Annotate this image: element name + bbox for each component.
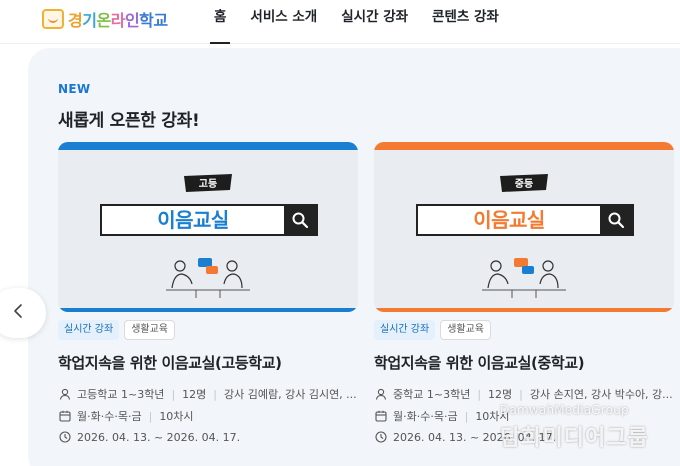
person-icon: [58, 387, 72, 401]
search-icon: [600, 206, 632, 234]
course-thumbnail[interactable]: 중등 이음교실: [374, 142, 674, 312]
thumbnail-top-bar: [58, 142, 358, 150]
course-sessions: 10차시: [159, 410, 194, 423]
course-thumbnail[interactable]: 고등 이음교실: [58, 142, 358, 312]
course-capacity: 12명: [182, 388, 207, 401]
course-capacity: 12명: [488, 388, 513, 401]
calendar-icon: [58, 409, 72, 423]
new-label: NEW: [58, 82, 91, 96]
level-flag: 중등: [498, 174, 550, 192]
conversation-illustration: [482, 254, 566, 304]
main-nav: 홈 서비스 소개 실시간 강좌 콘텐츠 강좌: [210, 0, 523, 44]
course-period: 2026. 04. 13. ~ 2026. 04. 17.: [77, 430, 241, 444]
conversation-illustration: [166, 254, 250, 304]
course-target-row: 중학교 1~3학년 | 12명 | 강사 손지연, 강사 박수아, 강...: [374, 386, 674, 402]
thumbnail-bottom-bar: [58, 308, 358, 312]
section-title: 새롭게 오픈한 강좌!: [58, 111, 200, 131]
thumbnail-bottom-bar: [374, 308, 674, 312]
nav-content-courses[interactable]: 콘텐츠 강좌: [432, 0, 499, 44]
level-label: 중등: [514, 179, 534, 190]
monitor-logo-icon: [42, 9, 64, 29]
course-days: 월·화·수·목·금: [77, 410, 142, 423]
course-target-row: 고등학교 1~3학년 | 12명 | 강사 김예람, 강사 김시연, ...: [58, 386, 358, 402]
course-target: 중학교 1~3학년: [393, 388, 471, 401]
course-teachers: 강사 손지연, 강사 박수아, 강...: [529, 388, 673, 401]
thumbnail-top-bar: [374, 142, 674, 150]
tag-live: 실시간 강좌: [374, 320, 436, 340]
watermark-korean: 담화미디어그룹: [500, 426, 649, 451]
tag-category: 생활교육: [440, 320, 491, 340]
course-card[interactable]: 고등 이음교실 실시간 강좌 생활교육 학업지속을 위한 이음교실(고등학교) …: [58, 142, 358, 444]
nav-service-intro[interactable]: 서비스 소개: [250, 0, 317, 44]
logo-text: 경기온라인학교: [68, 11, 168, 30]
thumbnail-title: 이음교실: [473, 208, 545, 232]
course-period-row: 2026. 04. 13. ~ 2026. 04. 17.: [58, 430, 358, 444]
course-days: 월·화·수·목·금: [393, 410, 458, 423]
nav-live-courses[interactable]: 실시간 강좌: [341, 0, 408, 44]
thumbnail-search-graphic: 이음교실: [100, 204, 318, 236]
nav-home[interactable]: 홈: [210, 0, 231, 44]
level-flag: 고등: [182, 174, 234, 192]
course-target: 고등학교 1~3학년: [77, 388, 165, 401]
search-icon: [284, 206, 316, 234]
person-icon: [374, 387, 388, 401]
tag-category: 생활교육: [124, 320, 175, 340]
clock-icon: [374, 430, 388, 444]
course-title[interactable]: 학업지속을 위한 이음교실(중학교): [374, 352, 585, 373]
level-label: 고등: [198, 179, 218, 190]
tag-list: 실시간 강좌 생활교육: [58, 320, 175, 340]
top-header: 경기온라인학교 홈 서비스 소개 실시간 강좌 콘텐츠 강좌: [0, 0, 680, 44]
calendar-icon: [374, 409, 388, 423]
watermark-latin: DamwahMediaGroup: [500, 403, 629, 417]
thumbnail-search-graphic: 이음교실: [416, 204, 634, 236]
clock-icon: [58, 430, 72, 444]
thumbnail-title: 이음교실: [157, 208, 229, 232]
course-schedule-row: 월·화·수·목·금 | 10차시: [58, 408, 358, 424]
chevron-left-icon: [12, 303, 24, 323]
course-title[interactable]: 학업지속을 위한 이음교실(고등학교): [58, 352, 282, 373]
site-logo[interactable]: 경기온라인학교: [42, 7, 168, 31]
course-card[interactable]: 중등 이음교실 실시간 강좌 생활교육 학업지속을 위한 이음교실(중학교) 중…: [374, 142, 674, 444]
tag-list: 실시간 강좌 생활교육: [374, 320, 491, 340]
course-teachers: 강사 김예람, 강사 김시연, ...: [224, 388, 357, 401]
tag-live: 실시간 강좌: [58, 320, 120, 340]
